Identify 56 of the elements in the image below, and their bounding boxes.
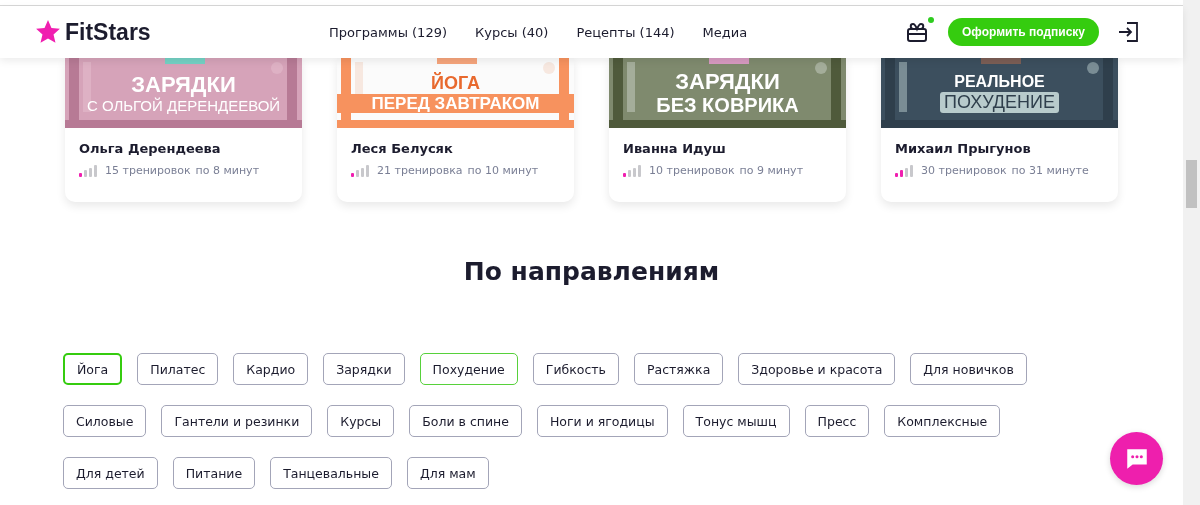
category-tag[interactable]: Пресс	[804, 405, 870, 437]
workout-count: 15 тренировок	[105, 164, 191, 177]
scrollbar[interactable]	[1183, 0, 1200, 505]
category-tag[interactable]: Курсы	[327, 405, 395, 437]
section-title: По направлениям	[462, 257, 721, 286]
category-tag[interactable]: Йога	[63, 353, 123, 385]
nav-link[interactable]: Программы (129)	[329, 24, 447, 40]
banner-title: ЗАРЯДКИ	[131, 71, 236, 97]
category-tag[interactable]: Боли в спине	[409, 405, 522, 437]
nav-link[interactable]: Медиа	[702, 24, 748, 40]
chat-button[interactable]	[1110, 432, 1163, 485]
star-icon	[35, 19, 61, 45]
category-tag[interactable]: Питание	[172, 457, 256, 489]
category-tag[interactable]: Силовые	[63, 405, 147, 437]
gift-icon[interactable]	[904, 20, 929, 44]
logo-text[interactable]: FitStars	[65, 18, 151, 46]
banner-title: ЗАРЯДКИ	[675, 68, 780, 95]
program-card[interactable]: ЗАРЯДКИ С ОЛЬГОЙ ДЕРЕНДЕЕВОЙ Ольга Дерендеева 15 тренировок по 8 минут	[65, 58, 302, 202]
workout-duration: по 8 минут	[195, 164, 260, 177]
banner-title: РЕАЛЬНОЕ	[954, 73, 1045, 92]
category-tag[interactable]: Кардио	[233, 353, 309, 385]
category-tag[interactable]: Здоровье и красота	[738, 353, 896, 385]
workout-count: 10 тренировок	[649, 164, 735, 177]
nav-link[interactable]: Рецепты (144)	[576, 24, 675, 40]
category-tag[interactable]: Зарядки	[323, 353, 405, 385]
workout-duration: по 10 минут	[467, 164, 539, 177]
trainer-name: Михаил Прыгунов	[895, 141, 1032, 156]
category-tag[interactable]: Растяжка	[633, 353, 724, 385]
banner-title: БЕЗ КОВРИКА	[656, 94, 799, 118]
nav-link[interactable]: Курсы (40)	[475, 24, 549, 40]
category-tag[interactable]: Танцевальные	[270, 457, 392, 489]
program-card[interactable]: ЙОГА ПЕРЕД ЗАВТРАКОМ Леся Белусяк 21 тренировка по 10 минут	[337, 58, 574, 202]
category-tag[interactable]: Похудение	[419, 353, 518, 385]
program-card[interactable]: ЗАРЯДКИ БЕЗ КОВРИКА Иванна Идуш 10 тренировок по 9 минут	[609, 58, 846, 202]
banner-title: ПОХУДЕНИЕ	[940, 91, 1059, 113]
category-tag[interactable]: Для новичков	[910, 353, 1027, 385]
category-tag[interactable]: Пилатес	[137, 353, 219, 385]
trainer-name: Иванна Идуш	[623, 141, 727, 156]
category-tag[interactable]: Гибкость	[532, 353, 619, 385]
banner-title: С ОЛЬГОЙ ДЕРЕНДЕЕВОЙ	[86, 97, 281, 115]
banner-title: ЙОГА	[431, 72, 480, 94]
workout-count: 21 тренировка	[377, 164, 463, 177]
category-tag[interactable]: Ноги и ягодицы	[536, 405, 668, 437]
category-tag[interactable]: Для мам	[406, 457, 489, 489]
category-tag[interactable]: Гантели и резинки	[161, 405, 313, 437]
trainer-name: Леся Белусяк	[351, 141, 454, 156]
banner-title: ПЕРЕД ЗАВТРАКОМ	[337, 93, 574, 114]
login-icon[interactable]	[1117, 20, 1141, 44]
workout-count: 30 тренировок	[921, 164, 1007, 177]
category-tag[interactable]: Комплексные	[884, 405, 1001, 437]
program-card[interactable]: РЕАЛЬНОЕ ПОХУДЕНИЕ Михаил Прыгунов 30 тренировок по 31 минуте	[881, 58, 1118, 202]
category-tag[interactable]: Для детей	[63, 457, 158, 489]
workout-duration: по 31 минуте	[1011, 164, 1089, 177]
trainer-name: Ольга Дерендеева	[79, 141, 222, 156]
workout-duration: по 9 минут	[739, 164, 804, 177]
category-tag[interactable]: Тонус мышц	[682, 405, 790, 437]
